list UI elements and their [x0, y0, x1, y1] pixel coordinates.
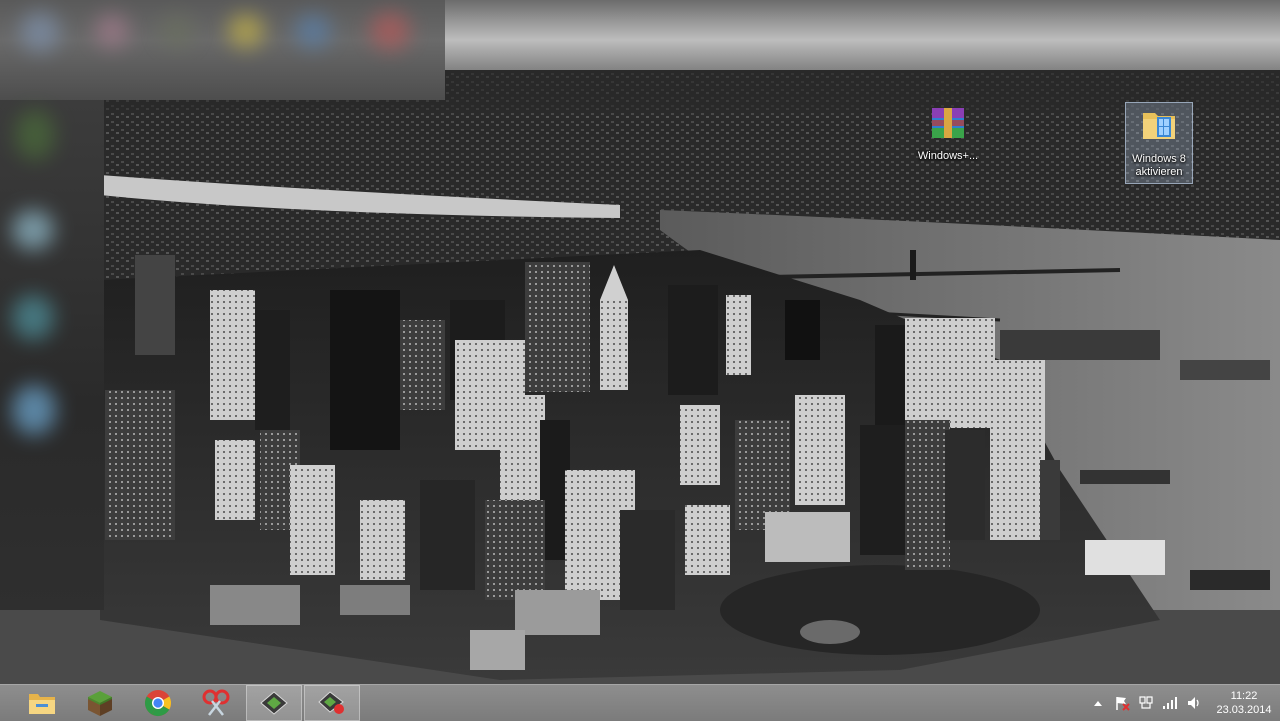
folder-icon — [1126, 105, 1192, 149]
taskbar-minecraft-button[interactable] — [72, 685, 128, 721]
record-icon — [318, 691, 344, 714]
screen-recorder-icon — [260, 691, 288, 715]
winrar-archive-icon — [912, 106, 984, 146]
desktop-icon-label: Windows 8 aktivieren — [1132, 153, 1186, 178]
desktop-wallpaper — [0, 0, 1280, 684]
signal-bars-icon[interactable] — [1160, 693, 1180, 713]
network-icon[interactable] — [1136, 693, 1156, 713]
grass-block-icon — [88, 691, 112, 716]
desktop-icon-label: Windows+... — [917, 150, 979, 162]
chrome-icon — [144, 690, 172, 717]
desktop-icon-winrar-archive[interactable]: Windows+... — [912, 106, 984, 163]
action-center-flag-icon[interactable] — [1112, 693, 1132, 713]
scissors-icon — [202, 689, 230, 716]
desktop-icon-windows8-aktivieren[interactable]: Windows 8 aktivieren — [1125, 102, 1193, 184]
clock-date: 23.03.2014 — [1216, 704, 1272, 716]
taskbar-recorder-button[interactable] — [304, 685, 360, 721]
taskbar-chrome-button[interactable] — [130, 685, 186, 721]
volume-icon[interactable] — [1184, 693, 1204, 713]
taskbar-snipping-tool-button[interactable] — [188, 685, 244, 721]
taskbar-clock[interactable]: 11:22 23.03.2014 — [1216, 689, 1272, 717]
taskbar-file-explorer-button[interactable] — [14, 685, 70, 721]
blurred-region-top — [0, 0, 445, 100]
system-tray: 11:22 23.03.2014 — [1086, 685, 1280, 721]
city-skyline-image — [0, 0, 1280, 684]
clock-time: 11:22 — [1230, 690, 1258, 702]
taskbar-screen-recorder-button[interactable] — [246, 685, 302, 721]
blurred-region-left — [0, 100, 104, 610]
show-hidden-icons-arrow-icon[interactable] — [1088, 693, 1108, 713]
taskbar: 11:22 23.03.2014 — [0, 684, 1280, 721]
folder-icon — [29, 694, 55, 714]
